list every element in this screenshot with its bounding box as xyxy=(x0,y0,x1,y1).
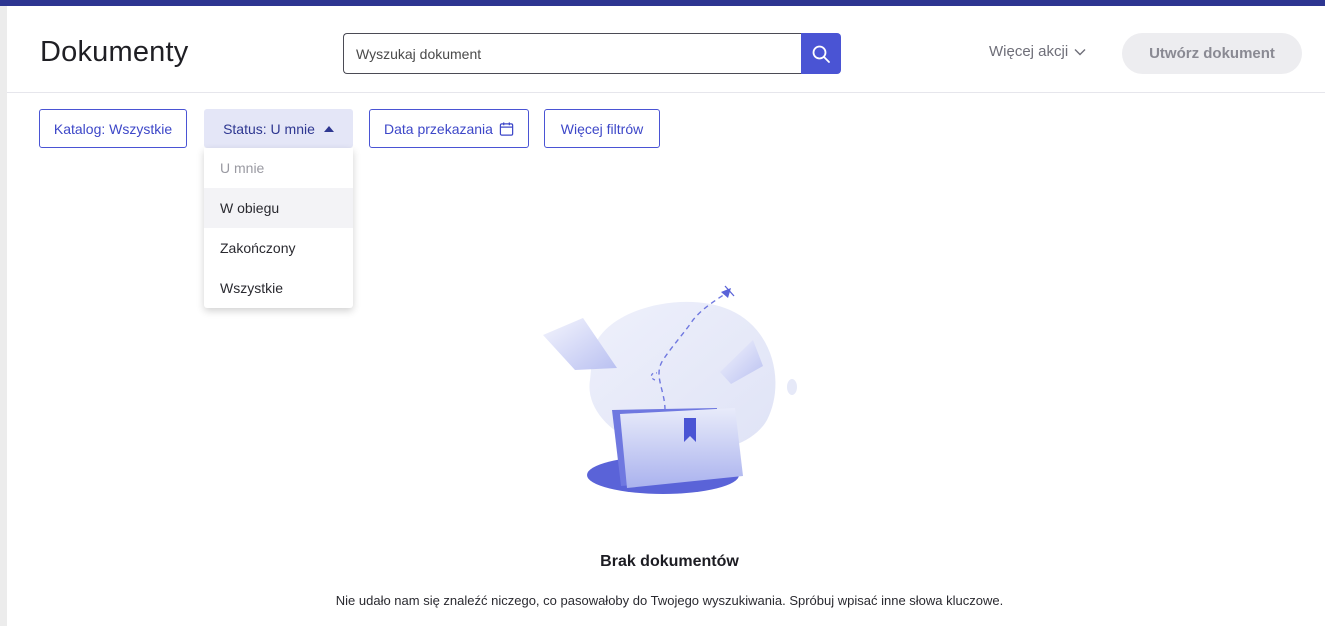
catalog-filter-button[interactable]: Katalog: Wszystkie xyxy=(39,109,187,148)
more-filters-button[interactable]: Więcej filtrów xyxy=(544,109,660,148)
date-filter-button[interactable]: Data przekazania xyxy=(369,109,529,148)
status-option-zakonczony[interactable]: Zakończony xyxy=(204,228,353,268)
search-input[interactable] xyxy=(343,33,801,74)
empty-folder-illustration xyxy=(543,285,797,494)
chevron-down-icon xyxy=(1074,48,1086,55)
status-option-label: Wszystkie xyxy=(220,280,283,296)
create-document-button[interactable]: Utwórz dokument xyxy=(1122,33,1302,74)
catalog-filter-label: Katalog: Wszystkie xyxy=(53,120,173,137)
status-option-label: U mnie xyxy=(220,160,265,176)
search-button[interactable] xyxy=(801,33,841,74)
status-option-label: W obiegu xyxy=(220,200,280,216)
search-icon xyxy=(812,45,830,63)
create-document-label: Utwórz dokument xyxy=(1149,45,1275,62)
status-option-u-mnie[interactable]: U mnie xyxy=(204,148,353,188)
date-filter-label: Data przekazania xyxy=(384,120,493,137)
status-option-label: Zakończony xyxy=(220,240,296,256)
more-filters-label: Więcej filtrów xyxy=(560,120,644,137)
status-dropdown-menu: U mnie W obiegu Zakończony Wszystkie xyxy=(204,148,353,308)
empty-state-title: Brak dokumentów xyxy=(600,553,739,570)
empty-state-description: Nie udało nam się znaleźć niczego, co pa… xyxy=(335,593,1004,608)
status-filter-label: Status: U mnie xyxy=(223,120,315,137)
more-actions-button[interactable]: Więcej akcji xyxy=(989,43,1086,60)
search-bar xyxy=(343,33,841,74)
status-filter-button[interactable]: Status: U mnie xyxy=(204,109,353,148)
calendar-icon xyxy=(499,121,514,136)
page-title: Dokumenty xyxy=(40,36,189,68)
status-option-w-obiegu[interactable]: W obiegu xyxy=(204,188,353,228)
status-option-wszystkie[interactable]: Wszystkie xyxy=(204,268,353,308)
more-actions-label: Więcej akcji xyxy=(989,43,1069,60)
left-edge xyxy=(0,6,7,626)
header: Dokumenty Więcej akcji Utwórz dokument xyxy=(7,6,1325,93)
caret-up-icon xyxy=(323,125,334,132)
